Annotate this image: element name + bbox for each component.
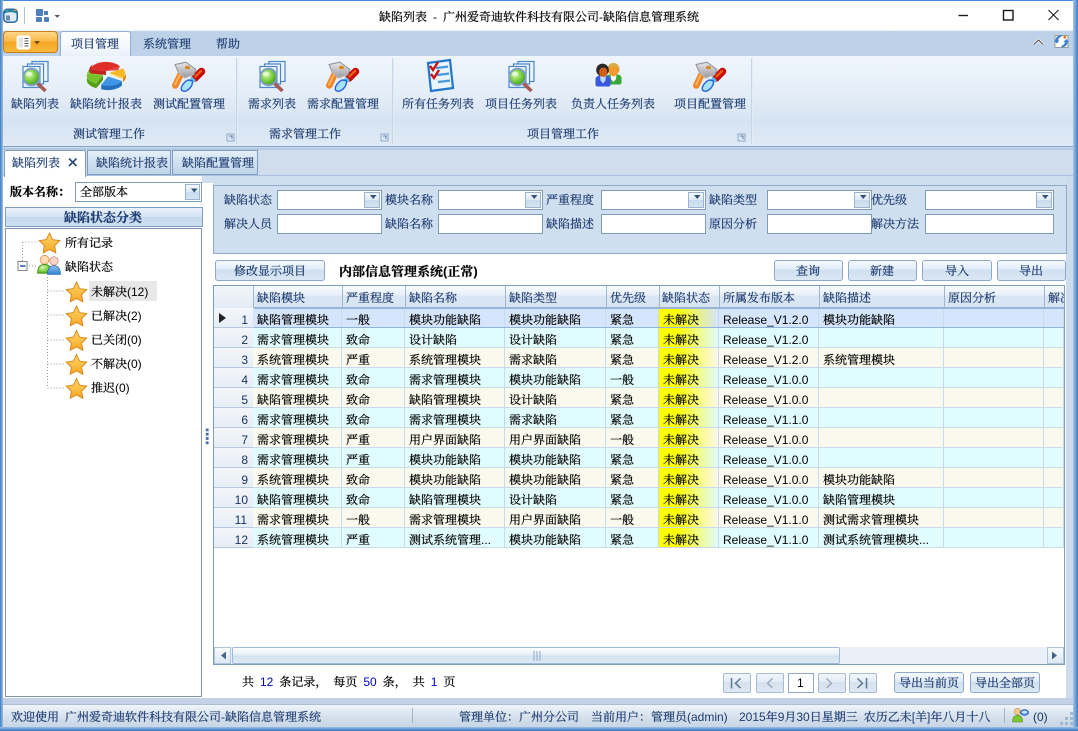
svg-text:Release_V1.0.0: Release_V1.0.0 — [723, 453, 809, 467]
svg-text:7: 7 — [241, 433, 248, 447]
svg-text:2015: 2015 — [739, 710, 766, 724]
svg-text:5: 5 — [241, 393, 248, 407]
svg-text:3: 3 — [241, 353, 248, 367]
svg-text:4: 4 — [241, 373, 248, 387]
svg-text:Release_V1.1.0: Release_V1.1.0 — [723, 533, 809, 547]
svg-text:(0): (0) — [115, 381, 130, 395]
svg-text:Release_V1.0.0: Release_V1.0.0 — [723, 493, 809, 507]
svg-text:6: 6 — [241, 413, 248, 427]
svg-text:10: 10 — [235, 493, 249, 507]
svg-text:(0): (0) — [127, 333, 142, 347]
svg-text:Release_V1.0.0: Release_V1.0.0 — [723, 373, 809, 387]
svg-text:Release_V1.2.0: Release_V1.2.0 — [723, 333, 809, 347]
svg-text:2: 2 — [241, 333, 248, 347]
svg-text:-: - — [221, 710, 225, 724]
svg-text:-: - — [599, 10, 603, 24]
svg-text:12: 12 — [260, 675, 274, 689]
svg-text:]: ] — [927, 710, 930, 724]
svg-text:(: ( — [443, 264, 448, 279]
svg-text:9: 9 — [778, 710, 785, 724]
svg-text:...: ... — [481, 533, 491, 547]
svg-text:30: 30 — [796, 710, 810, 724]
svg-text:(2): (2) — [127, 309, 142, 323]
svg-text:12: 12 — [235, 533, 249, 547]
svg-text:(admin): (admin) — [687, 710, 728, 724]
svg-text:Release_V1.2.0: Release_V1.2.0 — [723, 353, 809, 367]
svg-text:50: 50 — [363, 675, 377, 689]
svg-text:(0): (0) — [1033, 710, 1048, 724]
svg-text:11: 11 — [235, 513, 248, 527]
svg-text:): ) — [473, 264, 477, 279]
svg-text:[: [ — [912, 710, 916, 724]
svg-text:1: 1 — [431, 675, 438, 689]
svg-text:8: 8 — [241, 453, 248, 467]
svg-text:1: 1 — [241, 313, 248, 327]
svg-text:Release_V1.0.0: Release_V1.0.0 — [723, 393, 809, 407]
svg-text:(12): (12) — [127, 285, 148, 299]
svg-text:Release_V1.0.0: Release_V1.0.0 — [723, 473, 809, 487]
svg-text:-: - — [433, 10, 437, 24]
svg-text:Release_V1.0.0: Release_V1.0.0 — [723, 433, 809, 447]
svg-text:1: 1 — [797, 676, 804, 690]
svg-text:9: 9 — [241, 473, 248, 487]
svg-text:...: ... — [919, 533, 929, 547]
svg-text:Release_V1.1.0: Release_V1.1.0 — [723, 513, 809, 527]
svg-text:Release_V1.1.0: Release_V1.1.0 — [723, 413, 809, 427]
svg-text:(0): (0) — [127, 357, 142, 371]
svg-text:Release_V1.2.0: Release_V1.2.0 — [723, 313, 809, 327]
